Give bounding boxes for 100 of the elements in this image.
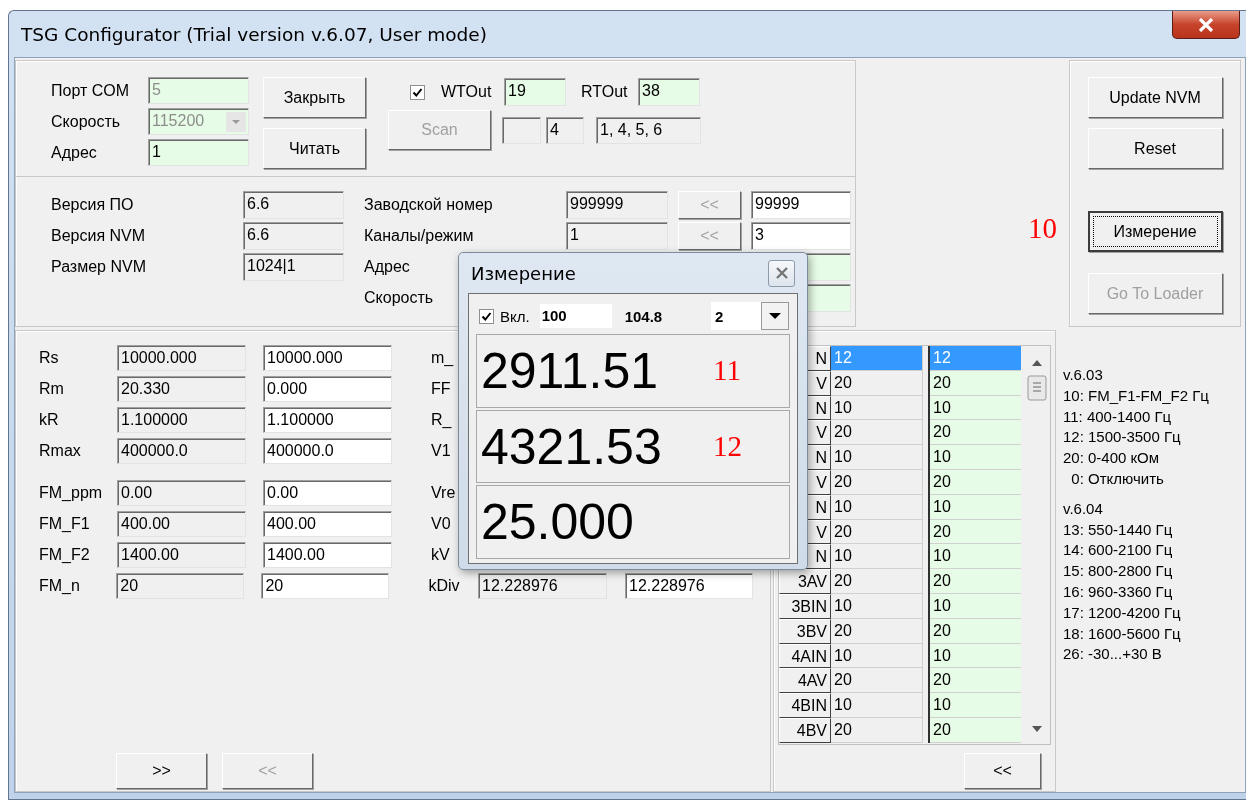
table-cell[interactable]: 20 — [930, 717, 1021, 743]
table-cell[interactable]: 20 — [831, 470, 923, 495]
table-cell[interactable]: 20 — [930, 420, 1021, 446]
note-text: 13: 550-1440 Гц — [1063, 519, 1173, 540]
note-text: 20: 0-400 кОм — [1063, 448, 1160, 469]
field-label: V0 — [431, 515, 452, 533]
table-cell[interactable]: 20 — [930, 618, 1021, 644]
table-cell[interactable]: 10 — [831, 445, 923, 470]
table-cell[interactable]: 10 — [930, 593, 1021, 619]
input-field[interactable]: 1 — [148, 139, 249, 166]
input-field[interactable] — [502, 116, 541, 144]
table-cell[interactable]: 20 — [831, 569, 923, 594]
field-label: V1 — [431, 442, 452, 460]
field-label: Размер NVM — [51, 258, 147, 276]
table-cell[interactable]: 10 — [930, 693, 1021, 718]
value-field: 1400.00 — [117, 542, 246, 568]
input-field[interactable]: 38 — [638, 78, 700, 106]
field-label: FM_F2 — [39, 546, 91, 564]
table-cell[interactable]: 20 — [831, 717, 923, 743]
table-cell[interactable]: 10 — [831, 494, 923, 520]
field-label: FM_F1 — [39, 515, 91, 533]
action-button[interactable]: Update NVM — [1087, 77, 1223, 118]
action-button[interactable]: Читать — [263, 128, 366, 169]
transfer-button[interactable]: << — [964, 753, 1041, 789]
table-cell[interactable]: 20 — [930, 668, 1021, 694]
input-field[interactable]: 3 — [751, 222, 851, 250]
row-header[interactable]: 3AV — [779, 569, 831, 594]
table-cell[interactable]: 20 — [930, 470, 1021, 495]
field-label: m_ — [431, 349, 455, 367]
field-label: RTOut — [581, 83, 629, 101]
input-field[interactable]: 400.00 — [263, 511, 392, 537]
action-button[interactable]: Reset — [1087, 128, 1223, 169]
field-label: Rmax — [39, 442, 82, 460]
input-field[interactable]: 1400.00 — [263, 542, 392, 568]
checkbox[interactable] — [410, 84, 425, 100]
value-field: 6.6 — [243, 191, 344, 219]
note-text: 26: -30...+30 В — [1063, 644, 1162, 665]
table-cell[interactable]: 10 — [930, 494, 1021, 520]
checkbox[interactable] — [479, 308, 494, 324]
row-header[interactable]: 4AIN — [779, 643, 831, 669]
field-label: Скорость — [364, 289, 435, 307]
input-field[interactable]: 4 — [546, 116, 584, 144]
table-cell[interactable]: 20 — [831, 420, 923, 446]
field-label: Rs — [39, 349, 60, 367]
mode-dropdown[interactable]: 2 — [711, 302, 789, 330]
field-label: Адрес — [51, 143, 98, 162]
table-cell[interactable]: 20 — [831, 618, 923, 644]
action-button[interactable]: Закрыть — [263, 77, 366, 118]
table-cell[interactable]: 10 — [930, 643, 1021, 669]
input-field[interactable]: 10000.000 — [263, 345, 392, 371]
annotation-number: 12 — [713, 430, 742, 463]
table-cell[interactable]: 10 — [831, 693, 923, 718]
input-field[interactable]: 0.000 — [263, 376, 392, 402]
field-label: Порт COM — [51, 81, 131, 100]
input-field[interactable]: 19 — [504, 78, 566, 106]
input-field[interactable]: 0.00 — [263, 480, 392, 506]
table-cell[interactable]: 10 — [831, 395, 923, 421]
note-text: 0: Отключить — [1070, 469, 1164, 489]
window-title: TSG Configurator (Trial version v.6.07, User mode) — [21, 23, 487, 45]
table-cell[interactable]: 20 — [831, 668, 923, 694]
field-label: Версия ПО — [51, 196, 135, 214]
table-cell[interactable]: 20 — [930, 370, 1021, 396]
transfer-button[interactable]: >> — [116, 753, 207, 789]
row-header[interactable]: 4BIN — [779, 693, 831, 718]
note-text: v.6.04 — [1063, 498, 1103, 519]
row-header[interactable]: 3BIN — [779, 593, 831, 619]
note-text: 12: 1500-3500 Гц — [1063, 427, 1181, 448]
row-header[interactable]: 3BV — [779, 618, 831, 644]
value-field: 12.228976 — [478, 573, 607, 599]
table-cell[interactable]: 10 — [930, 395, 1021, 421]
table-cell[interactable]: 10 — [831, 544, 923, 570]
input-field[interactable]: 400000.0 — [263, 438, 392, 464]
table-cell[interactable]: 20 — [930, 519, 1021, 545]
input-field[interactable]: 1.100000 — [263, 407, 392, 433]
input-field[interactable]: 20 — [261, 573, 390, 599]
table-cell[interactable]: 10 — [930, 544, 1021, 570]
measurement-value: 4321.53 — [481, 417, 663, 476]
table-cell[interactable]: 10 — [831, 643, 923, 669]
note-text: 11: 400-1400 Гц — [1063, 406, 1172, 427]
table-cell[interactable]: 10 — [831, 593, 923, 619]
close-button[interactable] — [1172, 11, 1240, 39]
row-header[interactable]: 4BV — [779, 717, 831, 743]
field-label: Заводской номер — [364, 196, 494, 214]
row-header[interactable]: 4AV — [779, 668, 831, 694]
close-icon — [774, 266, 789, 280]
checkbox-label: Вкл. — [500, 307, 530, 325]
table-cell[interactable]: 20 — [831, 370, 923, 396]
note-text: 15: 800-2800 Гц — [1063, 561, 1173, 582]
input-field[interactable]: 12.228976 — [625, 573, 753, 599]
table-cell[interactable]: 20 — [831, 519, 923, 545]
input-field[interactable]: 1, 4, 5, 6 — [596, 116, 701, 144]
action-button[interactable]: Измерение — [1087, 211, 1223, 252]
setpoint-field[interactable]: 100 — [539, 304, 612, 328]
measurement-value: 2911.51 — [481, 341, 660, 400]
reading-value: 104.8 — [624, 307, 663, 325]
note-text: 17: 1200-4200 Гц — [1063, 602, 1181, 623]
table-cell[interactable]: 10 — [930, 445, 1021, 470]
table-cell[interactable]: 20 — [930, 569, 1021, 594]
field-label: kDiv — [428, 577, 461, 595]
input-field[interactable]: 99999 — [751, 191, 851, 219]
